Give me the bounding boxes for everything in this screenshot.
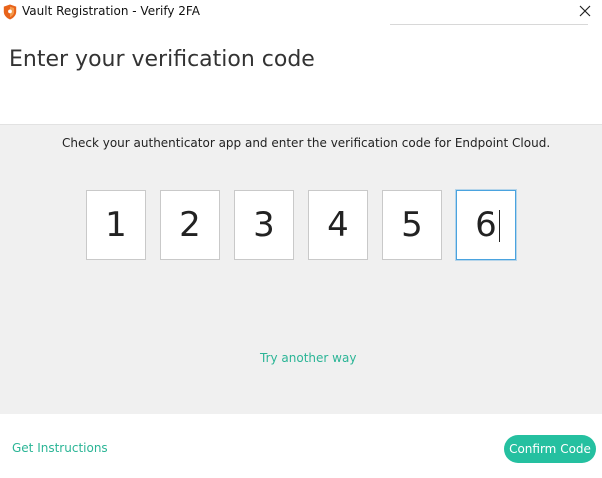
code-digit-value: 3 (253, 205, 275, 245)
code-digit-1-input[interactable]: 1 (86, 190, 146, 260)
code-digit-6-input[interactable]: 6 (456, 190, 516, 260)
header (0, 25, 602, 124)
shield-icon (3, 4, 17, 20)
code-digit-5-input[interactable]: 5 (382, 190, 442, 260)
get-instructions-link[interactable]: Get Instructions (12, 441, 108, 455)
code-digit-value: 4 (327, 205, 349, 245)
title-bar: Vault Registration - Verify 2FA (0, 0, 602, 24)
code-digit-value: 5 (401, 205, 423, 245)
code-digit-4-input[interactable]: 4 (308, 190, 368, 260)
verification-panel (0, 124, 602, 415)
code-digit-value: 2 (179, 205, 201, 245)
close-icon[interactable] (576, 2, 594, 20)
window-title: Vault Registration - Verify 2FA (22, 4, 200, 18)
text-caret (499, 210, 500, 242)
confirm-code-button[interactable]: Confirm Code (504, 435, 596, 463)
code-digit-value: 6 (475, 205, 497, 245)
code-digit-2-input[interactable]: 2 (160, 190, 220, 260)
code-digit-3-input[interactable]: 3 (234, 190, 294, 260)
try-another-way-link[interactable]: Try another way (260, 351, 356, 365)
instruction-text: Check your authenticator app and enter t… (62, 136, 551, 150)
page-title: Enter your verification code (9, 47, 315, 72)
code-digit-value: 1 (105, 205, 127, 245)
